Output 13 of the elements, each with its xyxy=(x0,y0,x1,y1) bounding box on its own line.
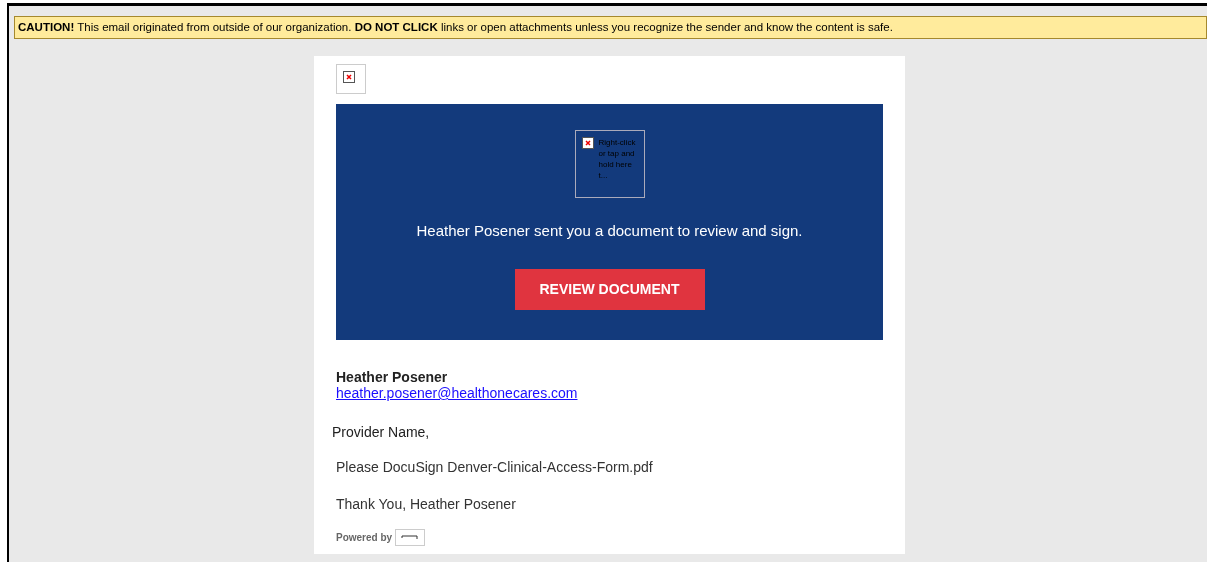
review-document-button[interactable]: REVIEW DOCUMENT xyxy=(514,268,705,310)
image-placeholder-icon xyxy=(343,71,355,83)
image-alt-text: Right-click or tap and hold here t... xyxy=(598,137,637,182)
sender-name: Heather Posener xyxy=(336,369,449,385)
logo-placeholder-icon xyxy=(395,529,426,546)
broken-image-icon xyxy=(581,137,594,149)
body-text: Please DocuSign Denver-Clinical-Access-Form.pdf xyxy=(336,458,654,477)
caution-banner: CAUTION! This email originated from outside of our organization. DO NOT CLICK links or open attachments unless you recognize the sender and know the content is safe. xyxy=(14,16,1207,39)
signoff: Thank You, Heather Posener xyxy=(336,495,517,514)
sender-email-link[interactable]: heather.posener@healthonecares.com xyxy=(336,385,578,402)
greeting: Provider Name, xyxy=(332,423,431,442)
powered-by-text: Powered by xyxy=(336,531,393,545)
hero-message: Heather Posener sent you a document to review and sign. xyxy=(416,221,803,241)
